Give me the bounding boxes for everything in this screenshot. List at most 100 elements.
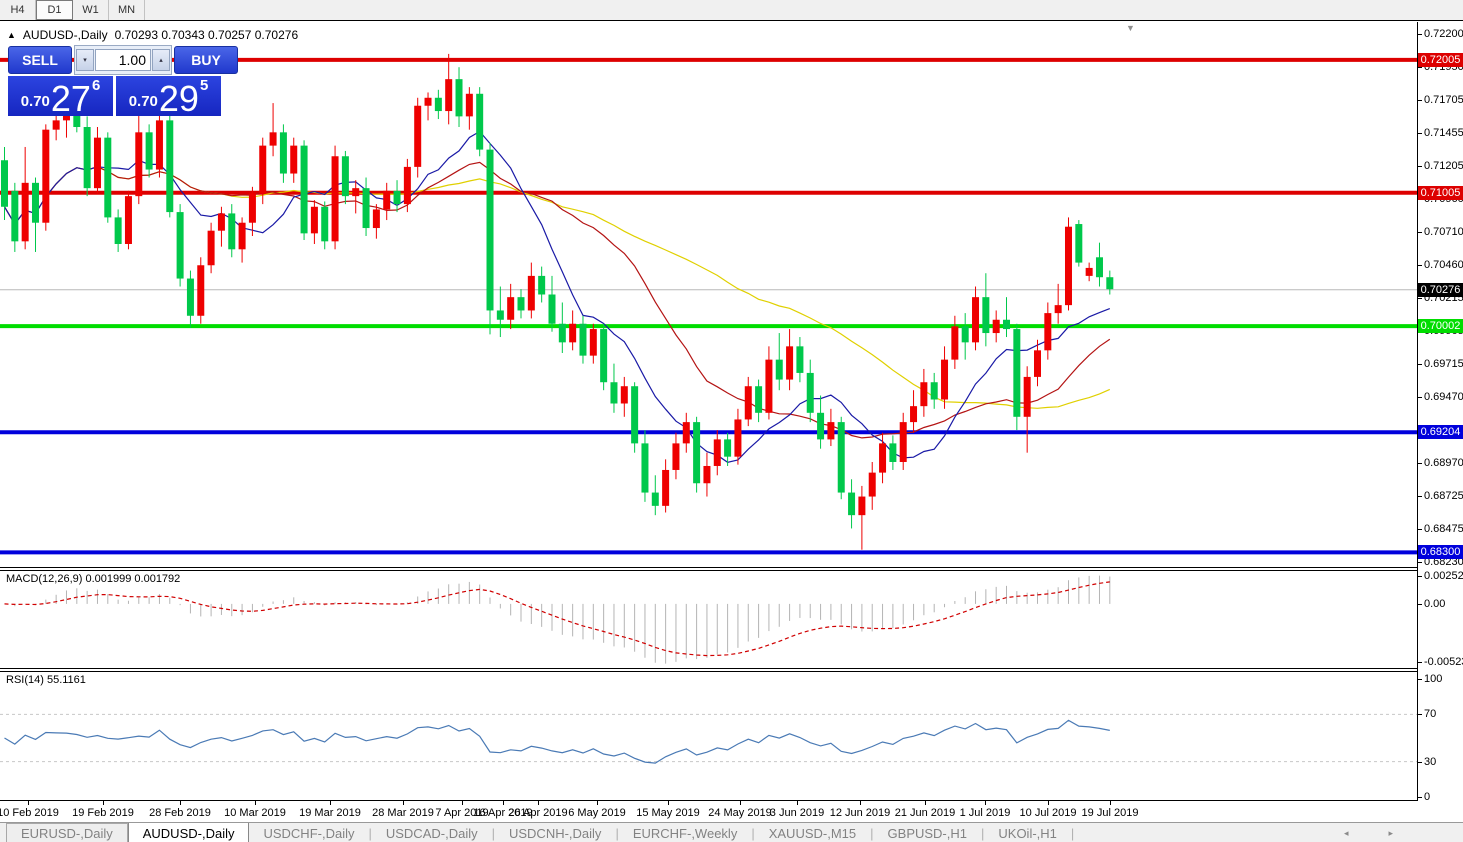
date-label: 21 Jun 2019 — [894, 807, 956, 819]
rsi-tick-label: 0 — [1424, 791, 1431, 803]
level-price-badge: 0.71005 — [1418, 185, 1463, 200]
chart-tab-audusd-daily[interactable]: AUDUSD-,Daily — [127, 823, 250, 842]
date-tick — [503, 801, 504, 805]
date-label: 3 Jun 2019 — [769, 807, 825, 819]
volume-increase-icon[interactable]: ▴ — [152, 49, 170, 71]
macd-canvas[interactable] — [0, 571, 1417, 668]
rsi-tick-label: 70 — [1424, 708, 1437, 721]
timeframe-mn-button[interactable]: MN — [109, 0, 145, 20]
date-tick — [597, 801, 598, 805]
chart-ohlc-values: 0.70293 0.70343 0.70257 0.70276 — [114, 28, 299, 42]
date-tick — [462, 801, 463, 805]
date-label: 26 Apr 2019 — [508, 807, 568, 819]
tab-scroll-left-icon[interactable]: ◂ — [1344, 828, 1349, 839]
price-tick-label: 0.70710 — [1424, 226, 1463, 239]
chart-tab-usdcnh-daily[interactable]: USDCNH-,Daily — [495, 823, 615, 842]
axis-tick — [1418, 662, 1422, 664]
buy-price-pip: 5 — [199, 77, 209, 94]
axis-tick — [1418, 33, 1422, 35]
sell-button[interactable]: SELL — [8, 46, 72, 74]
date-tick — [797, 801, 798, 805]
level-price-badge: 0.70002 — [1418, 319, 1463, 334]
timeframe-w1-button[interactable]: W1 — [73, 0, 109, 20]
buy-price-display[interactable]: 0.70 29 5 — [116, 76, 221, 119]
rsi-canvas[interactable] — [0, 672, 1417, 800]
date-tick — [1110, 801, 1111, 805]
price-tick-label: 0.72200 — [1424, 27, 1463, 40]
buy-price-main: 29 — [158, 78, 199, 119]
buy-button[interactable]: BUY — [174, 46, 238, 74]
date-label: 19 Jul 2019 — [1081, 807, 1139, 819]
date-tick — [538, 801, 539, 805]
chart-tab-xauusd-m15[interactable]: XAUUSD-,M15 — [755, 823, 870, 842]
price-axis[interactable]: 0.722000.719500.717050.714550.712050.709… — [1417, 21, 1463, 823]
axis-tick — [1418, 463, 1422, 465]
rsi-tick-label: 30 — [1424, 755, 1437, 768]
volume-input[interactable] — [95, 49, 151, 71]
price-tick-label: 0.71455 — [1424, 126, 1463, 139]
sell-price-prefix: 0.70 — [20, 93, 50, 110]
mt4-terminal: H4 D1 W1 MN ▲ AUDUSD-,Daily 0.70293 0.70… — [0, 0, 1463, 842]
axis-tick — [1418, 67, 1422, 69]
date-tick — [180, 801, 181, 805]
chart-title: ▲ AUDUSD-,Daily 0.70293 0.70343 0.70257 … — [7, 28, 298, 42]
date-label: 19 Mar 2019 — [299, 807, 361, 819]
price-tick-label: 0.68475 — [1424, 523, 1463, 536]
macd-tick-label: -0.005234 — [1424, 656, 1463, 669]
current-price-badge: 0.70276 — [1418, 282, 1463, 297]
chart-tab-bar: EURUSD-,Daily AUDUSD-,Daily USDCHF-,Daily |… — [0, 822, 1463, 842]
timeframe-h4-button[interactable]: H4 — [0, 0, 36, 20]
chart-tab-ukoil-h1[interactable]: UKOil-,H1 — [984, 823, 1071, 842]
date-tick — [330, 801, 331, 805]
rsi-indicator-label: RSI(14) 55.1161 — [6, 674, 86, 686]
symbol-collapse-icon[interactable]: ▲ — [7, 30, 16, 40]
axis-tick — [1418, 132, 1422, 134]
axis-tick — [1418, 396, 1422, 398]
axis-tick — [1418, 679, 1422, 680]
axis-tick — [1418, 529, 1422, 531]
axis-tick — [1418, 603, 1422, 605]
date-label: 1 Jul 2019 — [959, 807, 1011, 819]
date-tick — [985, 801, 986, 805]
price-tick-label: 0.69470 — [1424, 390, 1463, 403]
date-tick — [28, 801, 29, 805]
volume-decrease-icon[interactable]: ▾ — [76, 49, 94, 71]
date-label: 15 May 2019 — [636, 807, 700, 819]
axis-tick — [1418, 495, 1422, 497]
price-tick-label: 0.68970 — [1424, 457, 1463, 470]
date-label: 19 Feb 2019 — [72, 807, 134, 819]
chart-tab-usdcad-daily[interactable]: USDCAD-,Daily — [372, 823, 492, 842]
level-price-badge: 0.68300 — [1418, 545, 1463, 560]
axis-tick — [1418, 166, 1422, 168]
sell-price-display[interactable]: 0.70 27 6 — [8, 76, 113, 117]
date-tick — [740, 801, 741, 805]
chart-tab-eurusd-daily[interactable]: EURUSD-,Daily — [6, 823, 128, 842]
date-tick — [668, 801, 669, 805]
axis-tick — [1418, 265, 1422, 267]
date-axis[interactable]: 10 Feb 2019 19 Feb 2019 28 Feb 2019 10 Mar … — [0, 800, 1417, 824]
date-label: 10 Feb 2019 — [0, 807, 59, 819]
chart-tab-usdchf-daily[interactable]: USDCHF-,Daily — [249, 823, 368, 842]
tab-separator: | — [1070, 825, 1075, 841]
price-tick-label: 0.69715 — [1424, 358, 1463, 371]
timeframe-d1-button[interactable]: D1 — [36, 0, 73, 20]
chart-tab-eurchf-weekly[interactable]: EURCHF-,Weekly — [619, 823, 752, 842]
chart-tab-gbpusd-h1[interactable]: GBPUSD-,H1 — [874, 823, 981, 842]
buy-price-prefix: 0.70 — [128, 93, 158, 110]
one-click-trading-panel: SELL ▾ ▴ BUY 0.70 27 6 0.70 29 5 — [8, 45, 238, 119]
tab-scroll-right-icon[interactable]: ▸ — [1388, 828, 1393, 839]
macd-tick-label: 0.002522 — [1424, 569, 1463, 582]
axis-tick — [1418, 714, 1422, 716]
macd-tick-label: 0.00 — [1424, 597, 1446, 610]
price-tick-label: 0.70460 — [1424, 259, 1463, 272]
date-label: 24 May 2019 — [708, 807, 772, 819]
axis-tick — [1418, 797, 1422, 798]
price-tick-label: 0.71205 — [1424, 160, 1463, 173]
date-tick — [103, 801, 104, 805]
axis-tick — [1418, 99, 1422, 101]
date-tick — [925, 801, 926, 805]
chart-shift-icon[interactable]: ▼ — [1126, 23, 1135, 33]
date-label: 10 Jul 2019 — [1019, 807, 1077, 819]
date-label: 28 Feb 2019 — [149, 807, 211, 819]
sell-price-pip: 6 — [91, 77, 101, 94]
